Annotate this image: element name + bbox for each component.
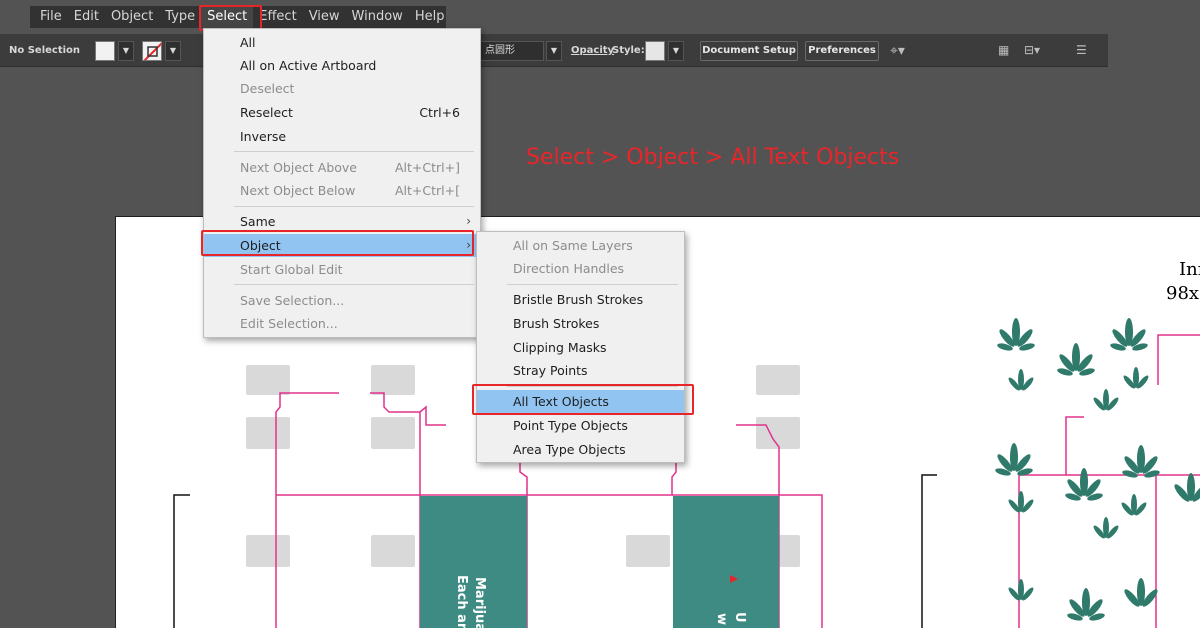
- panel-menu-icon[interactable]: ☰: [1076, 43, 1087, 57]
- menu-item-reselect[interactable]: Reselect Ctrl+6: [204, 101, 480, 124]
- menu-item-all[interactable]: All: [204, 31, 480, 54]
- stroke-swatch[interactable]: [142, 41, 162, 61]
- document-setup-button[interactable]: Document Setup: [700, 41, 798, 61]
- all-text-objects-highlight-box: [472, 384, 694, 415]
- submenu-item-direction-handles[interactable]: Direction Handles: [477, 257, 684, 280]
- menu-edit[interactable]: Edit: [68, 6, 105, 28]
- menu-item-next-object-above[interactable]: Next Object Above Alt+Ctrl+]: [204, 156, 480, 179]
- style-label: Style:: [612, 45, 645, 56]
- menu-type[interactable]: Type: [159, 6, 201, 28]
- select-menu: All All on Active Artboard Deselect Rese…: [203, 28, 481, 338]
- menu-item-save-selection[interactable]: Save Selection...: [204, 289, 480, 312]
- graphic-style-swatch[interactable]: [645, 41, 665, 61]
- preferences-button[interactable]: Preferences: [805, 41, 879, 61]
- submenu-item-all-on-same-layers[interactable]: All on Same Layers: [477, 234, 684, 257]
- panel-right-text-1: U: [732, 612, 747, 623]
- menu-help[interactable]: Help: [409, 6, 451, 28]
- transform-icon[interactable]: ⌖▾: [890, 43, 905, 59]
- fill-swatch[interactable]: [95, 41, 115, 61]
- submenu-item-area-type-objects[interactable]: Area Type Objects: [477, 438, 684, 461]
- graphic-style-dropdown[interactable]: ▼: [668, 41, 684, 61]
- panel-left-text-1: Marijuan: [472, 577, 487, 628]
- menu-window[interactable]: Window: [346, 6, 409, 28]
- submenu-item-stray-points[interactable]: Stray Points: [477, 359, 684, 382]
- menu-item-inverse[interactable]: Inverse: [204, 125, 480, 148]
- style-dropdown[interactable]: 点圆形: [480, 41, 544, 61]
- menu-separator: [234, 206, 474, 207]
- align-icon[interactable]: ▦: [998, 43, 1009, 57]
- leaf-pattern: [995, 318, 1200, 621]
- illustrator-window: File Edit Object Type Select Effect View…: [0, 0, 1200, 628]
- menu-separator: [507, 284, 678, 285]
- menu-separator: [234, 284, 474, 285]
- right-artboard-text-1: Inn: [1179, 259, 1200, 280]
- no-stroke-icon: [143, 42, 161, 60]
- menu-object[interactable]: Object: [105, 6, 159, 28]
- menu-file[interactable]: File: [30, 6, 68, 28]
- selection-status: No Selection: [9, 45, 81, 56]
- arrange-icon[interactable]: ⊟▾: [1024, 43, 1040, 57]
- right-artboard-text-2: 98x3: [1166, 283, 1200, 304]
- style-dropdown-value: 点圆形: [485, 45, 515, 56]
- next-below-shortcut: Alt+Ctrl+[: [395, 183, 460, 198]
- object-item-highlight-box: [201, 230, 474, 256]
- teal-panel-right: [673, 496, 779, 628]
- menu-item-edit-selection[interactable]: Edit Selection...: [204, 312, 480, 335]
- submenu-item-point-type-objects[interactable]: Point Type Objects: [477, 414, 684, 437]
- preferences-label: Preferences: [808, 45, 876, 56]
- control-bar: No Selection ▼ ▼ 点圆形 ▼ Opacity Style: ▼ …: [0, 34, 1108, 67]
- stroke-dropdown[interactable]: ▼: [165, 41, 181, 61]
- panel-right-text-2: w: [714, 613, 729, 626]
- instruction-caption: Select > Object > All Text Objects: [526, 145, 900, 170]
- menu-view[interactable]: View: [303, 6, 346, 28]
- document-setup-label: Document Setup: [702, 45, 796, 56]
- reselect-shortcut: Ctrl+6: [419, 105, 460, 120]
- style-dropdown-arrow[interactable]: ▼: [546, 41, 562, 61]
- next-above-shortcut: Alt+Ctrl+]: [395, 160, 460, 175]
- submenu-item-bristle-brush-strokes[interactable]: Bristle Brush Strokes: [477, 288, 684, 311]
- panel-left-text-2: Each anc: [454, 575, 469, 628]
- menu-item-all-on-active-artboard[interactable]: All on Active Artboard: [204, 54, 480, 77]
- submenu-item-brush-strokes[interactable]: Brush Strokes: [477, 312, 684, 335]
- opacity-label[interactable]: Opacity: [571, 45, 614, 56]
- object-submenu: All on Same Layers Direction Handles Bri…: [476, 231, 685, 463]
- submenu-item-clipping-masks[interactable]: Clipping Masks: [477, 336, 684, 359]
- fill-dropdown[interactable]: ▼: [118, 41, 134, 61]
- menu-item-deselect[interactable]: Deselect: [204, 77, 480, 100]
- menu-item-next-object-below[interactable]: Next Object Below Alt+Ctrl+[: [204, 179, 480, 202]
- menu-item-start-global-edit[interactable]: Start Global Edit: [204, 258, 480, 281]
- menu-separator: [234, 151, 474, 152]
